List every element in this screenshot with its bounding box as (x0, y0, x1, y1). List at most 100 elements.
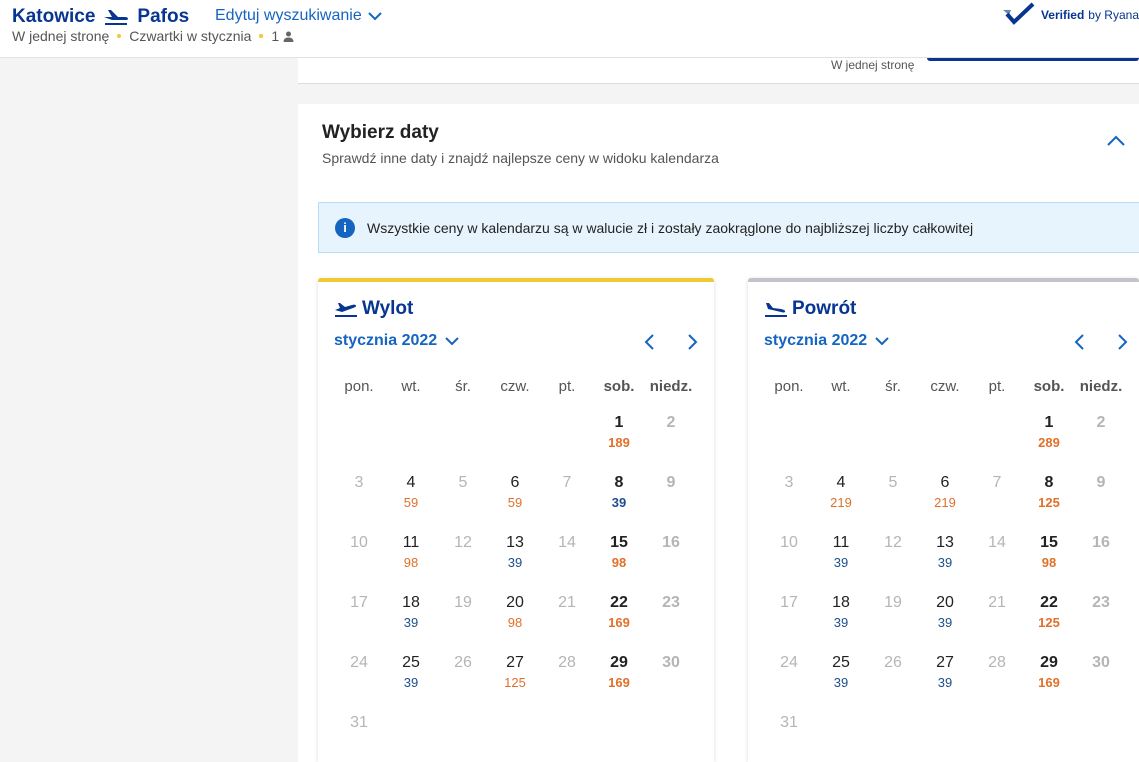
weekday-header: wt. (831, 378, 851, 395)
day-number: 16 (1092, 534, 1110, 551)
next-month-button[interactable] (1112, 332, 1132, 352)
day-price: 39 (833, 675, 849, 690)
calendar-day[interactable]: 22 125 (1023, 586, 1075, 646)
day-number: 23 (1092, 594, 1110, 611)
day-number: 14 (988, 534, 1006, 551)
calendar-day: 21 (971, 586, 1023, 646)
destination-city: Pafos (137, 6, 190, 27)
day-number (437, 414, 489, 434)
route-title: Katowice Pafos (12, 6, 189, 28)
outbound-month-label: stycznia 2022 (334, 332, 438, 349)
day-number: 13 (506, 534, 524, 551)
day-price: 59 (507, 495, 523, 510)
calendar-day[interactable]: 27 125 (489, 646, 541, 706)
calendar-day: 3 (763, 466, 815, 526)
day-number: 30 (1092, 654, 1110, 671)
day-number: 2 (1096, 414, 1106, 431)
calendar-day[interactable]: 20 39 (919, 586, 971, 646)
edit-search-button[interactable]: Edytuj wyszukiwanie (215, 7, 382, 25)
calendar-day[interactable]: 6 59 (489, 466, 541, 526)
weekday-header: sob. (1033, 378, 1065, 395)
calendar-day: 10 (333, 526, 385, 586)
day-number: 10 (780, 534, 798, 551)
return-month-select[interactable]: stycznia 2022 (764, 332, 889, 350)
day-number: 8 (614, 474, 624, 491)
person-icon (283, 31, 294, 42)
day-price: 39 (507, 555, 523, 570)
calendar-day: 14 (971, 526, 1023, 586)
day-number: 7 (992, 474, 1002, 491)
verified-label: Verified (1040, 8, 1085, 22)
calendar-day: 21 (541, 586, 593, 646)
day-price: 125 (504, 675, 526, 690)
outbound-month-select[interactable]: stycznia 2022 (334, 332, 459, 350)
edit-search-label: Edytuj wyszukiwanie (215, 7, 362, 24)
card-subtitle: Sprawdź inne daty i znajdź najlepsze cen… (322, 150, 719, 166)
calendar-day: 31 (763, 706, 815, 762)
day-price: 98 (403, 555, 419, 570)
calendar-day[interactable]: 8 39 (593, 466, 645, 526)
calendar-day: 16 (645, 526, 697, 586)
calendar-empty-cell (541, 406, 593, 466)
day-price: 169 (608, 675, 630, 690)
calendar-day[interactable]: 6 219 (919, 466, 971, 526)
calendar-day: 31 (333, 706, 385, 762)
day-price: 98 (507, 615, 523, 630)
calendar-day: 30 (645, 646, 697, 706)
day-number: 2 (666, 414, 676, 431)
verified-by: by Ryana (1088, 8, 1139, 22)
calendar-day[interactable]: 1 189 (593, 406, 645, 466)
card-title: Wybierz daty (322, 122, 439, 143)
prev-month-button[interactable] (640, 332, 660, 352)
plane-icon (104, 10, 129, 25)
calendar-day[interactable]: 18 39 (385, 586, 437, 646)
day-number: 31 (780, 714, 798, 731)
return-title: Powrót (792, 298, 857, 319)
calendar-day[interactable]: 4 219 (815, 466, 867, 526)
calendar-day[interactable]: 25 39 (385, 646, 437, 706)
calendar-day[interactable]: 25 39 (815, 646, 867, 706)
calendar-day[interactable]: 20 98 (489, 586, 541, 646)
prev-month-button[interactable] (1070, 332, 1090, 352)
outbound-header: Wylot (334, 298, 413, 320)
day-price: 219 (830, 495, 852, 510)
calendar-day[interactable]: 29 169 (593, 646, 645, 706)
calendar-day[interactable]: 15 98 (593, 526, 645, 586)
day-price: 169 (1038, 675, 1060, 690)
chevron-up-icon[interactable] (1104, 132, 1128, 150)
day-number: 6 (510, 474, 520, 491)
calendar-day[interactable]: 1 289 (1023, 406, 1075, 466)
day-number: 13 (936, 534, 954, 551)
day-number (867, 414, 919, 434)
calendar-day[interactable]: 27 39 (919, 646, 971, 706)
calendar-day[interactable]: 8 125 (1023, 466, 1075, 526)
currency-info-banner: i Wszystkie ceny w kalendarzu są w waluc… (318, 202, 1139, 253)
calendar-day[interactable]: 13 39 (919, 526, 971, 586)
calendar-day[interactable]: 22 169 (593, 586, 645, 646)
day-price: 189 (608, 435, 630, 450)
day-number: 14 (558, 534, 576, 551)
calendar-empty-cell (489, 406, 541, 466)
day-number: 15 (610, 534, 628, 551)
calendar-day[interactable]: 29 169 (1023, 646, 1075, 706)
fare-summary-strip: W jednej stronę (298, 58, 1139, 84)
return-month-label: stycznia 2022 (764, 332, 868, 349)
calendar-day[interactable]: 11 98 (385, 526, 437, 586)
calendar-day[interactable]: 18 39 (815, 586, 867, 646)
chevron-down-icon (368, 12, 382, 21)
day-number: 26 (454, 654, 472, 671)
day-price: 39 (611, 495, 627, 510)
day-price: 219 (934, 495, 956, 510)
weekday-header: czw. (930, 378, 960, 395)
day-number: 28 (988, 654, 1006, 671)
next-month-button[interactable] (682, 332, 702, 352)
calendar-day[interactable]: 13 39 (489, 526, 541, 586)
calendar-day[interactable]: 4 59 (385, 466, 437, 526)
weekday-header: niedz. (1079, 378, 1123, 395)
calendar-day: 12 (867, 526, 919, 586)
takeoff-icon (335, 303, 357, 317)
day-number: 9 (666, 474, 676, 491)
calendar-day[interactable]: 11 39 (815, 526, 867, 586)
calendar-day[interactable]: 15 98 (1023, 526, 1075, 586)
day-number: 6 (940, 474, 950, 491)
